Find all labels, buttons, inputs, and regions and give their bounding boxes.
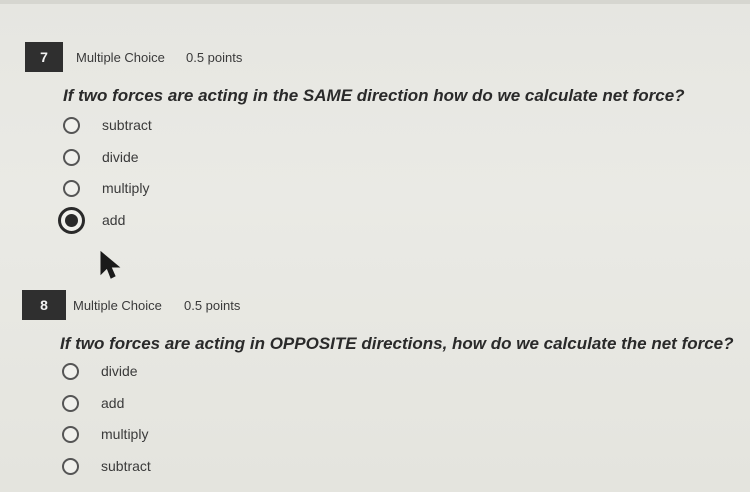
option-label[interactable]: subtract bbox=[101, 458, 151, 474]
question-points: 0.5 points bbox=[186, 50, 243, 65]
radio-button[interactable] bbox=[62, 394, 79, 412]
option-add[interactable]: add bbox=[58, 206, 363, 241]
answer-options: divide add multiply subtract bbox=[62, 360, 362, 486]
question-number-badge: 7 bbox=[25, 42, 63, 72]
radio-button[interactable] bbox=[62, 363, 79, 380]
radio-button[interactable] bbox=[63, 180, 80, 197]
option-label[interactable]: multiply bbox=[102, 180, 149, 196]
question-number-badge: 8 bbox=[22, 290, 66, 320]
radio-button[interactable] bbox=[62, 426, 79, 443]
option-add[interactable]: add bbox=[62, 392, 362, 424]
option-divide[interactable]: divide bbox=[62, 360, 362, 392]
question-prompt: If two forces are acting in the SAME dir… bbox=[63, 86, 685, 105]
option-multiply[interactable]: multiply bbox=[62, 423, 362, 455]
option-label[interactable]: subtract bbox=[102, 117, 152, 133]
option-label[interactable]: add bbox=[101, 395, 124, 411]
option-label[interactable]: add bbox=[102, 212, 125, 228]
question-type: Multiple Choice bbox=[73, 298, 162, 313]
question-7: 7 Multiple Choice 0.5 points If two forc… bbox=[0, 42, 750, 234]
option-label[interactable]: multiply bbox=[101, 426, 148, 442]
radio-button[interactable] bbox=[63, 117, 80, 134]
question-8: 8 Multiple Choice 0.5 points If two forc… bbox=[0, 290, 750, 475]
question-type: Multiple Choice bbox=[76, 50, 165, 65]
option-label[interactable]: divide bbox=[101, 363, 138, 379]
question-header: 8 Multiple Choice 0.5 points bbox=[0, 290, 750, 320]
option-subtract[interactable]: subtract bbox=[62, 455, 362, 487]
answer-options: subtract divide multiply add bbox=[58, 114, 363, 241]
radio-button[interactable] bbox=[63, 148, 80, 166]
option-label[interactable]: divide bbox=[102, 149, 139, 165]
top-divider bbox=[0, 0, 750, 4]
option-divide[interactable]: divide bbox=[63, 146, 363, 178]
question-header: 7 Multiple Choice 0.5 points bbox=[0, 42, 750, 72]
option-multiply[interactable]: multiply bbox=[63, 177, 363, 209]
question-points: 0.5 points bbox=[184, 298, 241, 313]
mouse-pointer-icon bbox=[100, 250, 121, 279]
option-subtract[interactable]: subtract bbox=[63, 114, 363, 146]
radio-button[interactable] bbox=[62, 457, 79, 475]
radio-button-selected[interactable] bbox=[58, 206, 85, 234]
question-prompt: If two forces are acting in OPPOSITE dir… bbox=[60, 334, 734, 353]
